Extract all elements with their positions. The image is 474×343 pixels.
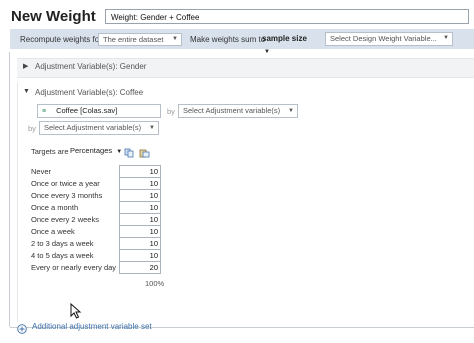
target-row: Once a month 10: [31, 201, 161, 214]
by-label-2: by: [28, 124, 36, 133]
sum-label: Make weights sum to: [190, 35, 266, 44]
chevron-down-icon: ▼: [172, 36, 178, 42]
sum-select[interactable]: sample size ▼: [262, 33, 312, 55]
target-category-label: 2 to 3 days a week: [31, 239, 94, 248]
by-variable-placeholder: Select Adjustment variable(s): [183, 106, 281, 115]
target-row: 2 to 3 days a week 10: [31, 237, 161, 250]
add-adjustment-set-link[interactable]: Additional adjustment variable set: [32, 322, 152, 331]
target-value-input[interactable]: 10: [119, 177, 161, 190]
by-variable-placeholder-2: Select Adjustment variable(s): [44, 123, 142, 132]
target-value-input[interactable]: 10: [119, 249, 161, 262]
chevron-down-icon: ▼: [288, 108, 294, 114]
targets-table: Never 10 Once or twice a year 10 Once every …: [31, 165, 161, 274]
recompute-label: Recompute weights for: [20, 35, 102, 44]
recompute-select[interactable]: The entire dataset ▼: [98, 33, 182, 46]
target-row: 4 to 5 days a week 10: [31, 249, 161, 262]
design-weight-placeholder: Select Design Weight Variable...: [330, 34, 437, 43]
targets-mode-value: Percentages: [70, 146, 113, 155]
target-value-input[interactable]: 10: [119, 165, 161, 178]
design-weight-select[interactable]: Select Design Weight Variable... ▼: [325, 32, 453, 46]
sum-select-value: sample size: [262, 34, 307, 43]
coffee-section-label: Adjustment Variable(s): Coffee: [35, 88, 144, 97]
paste-icon[interactable]: [139, 145, 150, 158]
target-value-input[interactable]: 10: [119, 201, 161, 214]
target-value-input[interactable]: 10: [119, 225, 161, 238]
target-category-label: Every or nearly every day: [31, 263, 117, 272]
target-category-label: Once or twice a year: [31, 179, 100, 188]
gender-section-label: Adjustment Variable(s): Gender: [35, 62, 147, 71]
target-value-input[interactable]: 20: [119, 261, 161, 274]
targets-label: Targets are: [31, 147, 69, 156]
tree-line: [9, 52, 10, 327]
target-category-label: Once every 3 months: [31, 191, 103, 200]
target-category-label: Never: [31, 167, 52, 176]
copy-icon[interactable]: [124, 145, 134, 158]
target-row: Once every 2 weeks 10: [31, 213, 161, 226]
target-value-input[interactable]: 10: [119, 237, 161, 250]
recompute-select-value: The entire dataset: [103, 35, 164, 44]
chevron-down-icon: ▼: [116, 149, 123, 155]
target-category-label: Once every 2 weeks: [31, 215, 99, 224]
target-row: Every or nearly every day 20: [31, 261, 161, 274]
coffee-section-border: [17, 82, 18, 322]
add-icon[interactable]: [17, 321, 27, 334]
chevron-right-icon[interactable]: ▶: [23, 62, 28, 70]
by-variable-select-2[interactable]: Select Adjustment variable(s) ▼: [39, 121, 159, 135]
chevron-down-icon[interactable]: ▼: [23, 88, 30, 95]
variable-type-icon: ≡: [42, 108, 47, 115]
targets-mode-select[interactable]: Percentages ▼: [70, 146, 122, 155]
target-row: Never 10: [31, 165, 161, 178]
target-row: Once or twice a year 10: [31, 177, 161, 190]
target-value-input[interactable]: 10: [119, 213, 161, 226]
target-category-label: Once a month: [31, 203, 79, 212]
targets-total: 100%: [145, 279, 165, 288]
mouse-cursor-icon: [70, 302, 82, 319]
adjustment-variable-field[interactable]: ≡ Coffee [Colas.sav]: [37, 104, 161, 118]
target-category-label: 4 to 5 days a week: [31, 251, 94, 260]
target-row: Once every 3 months 10: [31, 189, 161, 202]
target-value-input[interactable]: 10: [119, 189, 161, 202]
chevron-down-icon: ▼: [264, 49, 270, 55]
page-title: New Weight: [11, 8, 96, 25]
by-variable-select[interactable]: Select Adjustment variable(s) ▼: [178, 104, 298, 118]
weight-name-input[interactable]: Weight: Gender + Coffee: [105, 9, 469, 24]
chevron-down-icon: ▼: [149, 125, 155, 131]
target-category-label: Once a week: [31, 227, 75, 236]
chevron-down-icon: ▼: [443, 35, 449, 41]
adjustment-variable-value: Coffee [Colas.sav]: [56, 106, 118, 115]
by-label: by: [167, 107, 175, 116]
target-row: Once a week 10: [31, 225, 161, 238]
